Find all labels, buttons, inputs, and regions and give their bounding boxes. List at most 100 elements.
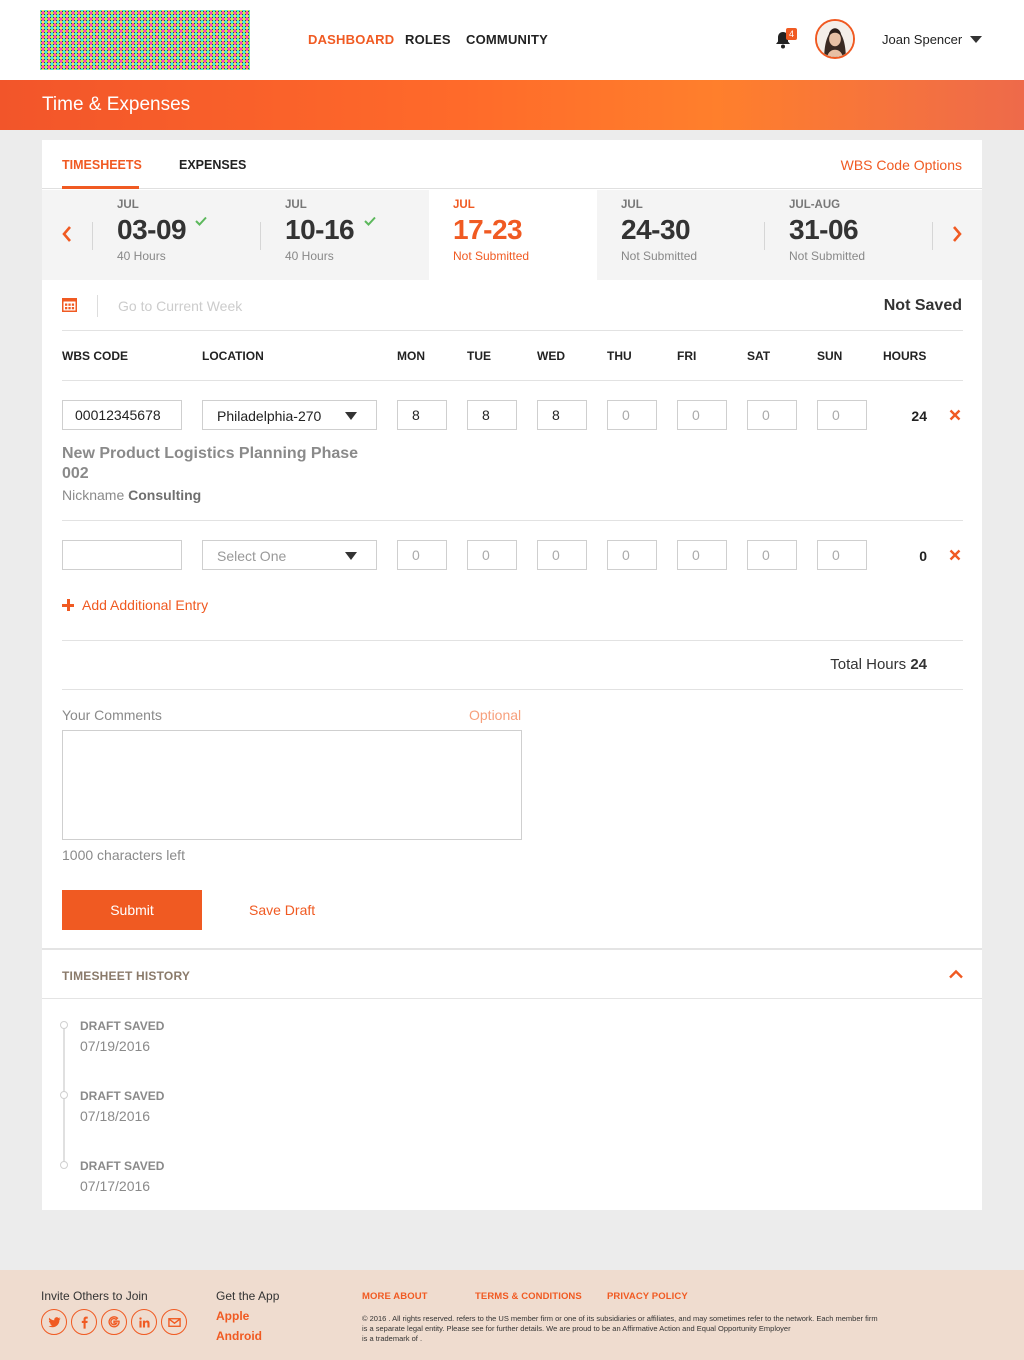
col-mon: MON	[397, 349, 425, 363]
brand-logo[interactable]	[40, 10, 250, 70]
prev-week-chevron-icon[interactable]	[60, 224, 74, 244]
facebook-icon[interactable]	[71, 1309, 97, 1335]
delete-row-x-icon[interactable]	[949, 549, 961, 561]
save-draft-button[interactable]: Save Draft	[249, 902, 315, 918]
divider	[62, 689, 963, 690]
location-placeholder: Select One	[217, 548, 287, 564]
linkedin-icon[interactable]	[131, 1309, 157, 1335]
sun-hours-input[interactable]	[817, 540, 867, 570]
google-icon[interactable]	[101, 1309, 127, 1335]
col-location: LOCATION	[202, 349, 264, 363]
week-status: Not Submitted	[789, 249, 866, 263]
add-entry-label: Add Additional Entry	[82, 597, 209, 613]
wbs-code-options-link[interactable]: WBS Code Options	[841, 157, 962, 173]
divider	[62, 380, 963, 381]
privacy-policy-link[interactable]: PRIVACY POLICY	[607, 1291, 688, 1302]
next-week-chevron-icon[interactable]	[950, 224, 964, 244]
week-range: 03-09	[117, 214, 187, 245]
apple-app-link[interactable]: Apple	[216, 1309, 249, 1323]
week-status: Not Submitted	[621, 249, 698, 263]
timeline-dot	[60, 1021, 68, 1029]
col-wbs-code: WBS CODE	[62, 349, 128, 363]
top-header: DASHBOARD ROLES COMMUNITY 4 Joan Spencer	[0, 0, 1024, 80]
collapse-chevron-up-icon[interactable]	[948, 969, 964, 979]
week-month: JUL	[453, 199, 475, 211]
tue-hours-input[interactable]	[467, 540, 517, 570]
nav-roles[interactable]: ROLES	[405, 32, 451, 47]
tab-timesheets[interactable]: TIMESHEETS	[62, 158, 142, 172]
tab-expenses[interactable]: EXPENSES	[179, 158, 246, 172]
week-range: 10-16	[285, 214, 355, 245]
email-glyph	[167, 1317, 181, 1327]
nickname-value: Consulting	[128, 487, 202, 503]
total-hours: Total Hours 24	[830, 656, 927, 673]
mon-hours-input[interactable]	[397, 400, 447, 430]
history-status: DRAFT SAVED	[80, 1159, 165, 1173]
wed-hours-input[interactable]	[537, 540, 587, 570]
wbs-code-input[interactable]	[62, 540, 182, 570]
sat-hours-input[interactable]	[747, 400, 797, 430]
user-avatar[interactable]	[815, 19, 855, 59]
user-name[interactable]: Joan Spencer	[882, 32, 962, 47]
timeline-dot	[60, 1161, 68, 1169]
row-total-hours: 0	[919, 548, 927, 564]
week-range: 31-06	[789, 214, 859, 245]
week-jul-24-30[interactable]: JUL 24-30 Not Submitted	[597, 190, 765, 280]
week-month: JUL	[621, 199, 643, 211]
linkedin-glyph	[138, 1316, 150, 1328]
approved-check-icon	[364, 216, 376, 226]
history-date: 07/18/2016	[80, 1108, 151, 1124]
col-sun: SUN	[817, 349, 843, 363]
go-to-current-week-link[interactable]: Go to Current Week	[118, 298, 242, 314]
nav-dashboard[interactable]: DASHBOARD	[308, 32, 394, 47]
history-date: 07/19/2016	[80, 1038, 151, 1054]
week-status: 40 Hours	[285, 249, 334, 263]
week-month: JUL	[285, 199, 307, 211]
week-jul-aug-31-06[interactable]: JUL-AUG 31-06 Not Submitted	[765, 190, 933, 280]
delete-row-x-icon[interactable]	[949, 409, 961, 421]
week-jul-03-09[interactable]: JUL 03-09 40 Hours	[93, 190, 261, 280]
sat-hours-input[interactable]	[747, 540, 797, 570]
calendar-icon[interactable]	[62, 298, 77, 312]
more-about-link[interactable]: MORE ABOUT	[362, 1291, 428, 1302]
approved-check-icon	[195, 216, 207, 226]
total-hours-value: 24	[910, 656, 927, 673]
week-range: 17-23	[453, 214, 523, 245]
sun-hours-input[interactable]	[817, 400, 867, 430]
email-icon[interactable]	[161, 1309, 187, 1335]
location-select[interactable]: Philadelphia-270	[202, 400, 377, 430]
thu-hours-input[interactable]	[607, 540, 657, 570]
project-name: New Product Logistics Planning Phase 002	[62, 445, 359, 482]
week-month: JUL	[117, 199, 139, 211]
nav-community[interactable]: COMMUNITY	[466, 32, 548, 47]
twitter-icon[interactable]	[41, 1309, 67, 1335]
page-title: Time & Expenses	[42, 94, 191, 115]
characters-left: 1000 characters left	[62, 847, 185, 863]
add-additional-entry-link[interactable]: Add Additional Entry	[62, 597, 208, 613]
project-nickname: Nickname Consulting	[62, 487, 201, 503]
mon-hours-input[interactable]	[397, 540, 447, 570]
week-jul-17-23[interactable]: JUL 17-23 Not Submitted	[429, 190, 597, 280]
divider	[42, 998, 982, 999]
fri-hours-input[interactable]	[677, 400, 727, 430]
submit-button[interactable]: Submit	[62, 890, 202, 930]
week-jul-10-16[interactable]: JUL 10-16 40 Hours	[261, 190, 429, 280]
thu-hours-input[interactable]	[607, 400, 657, 430]
history-status: DRAFT SAVED	[80, 1019, 165, 1033]
divider	[62, 520, 963, 521]
history-date: 07/17/2016	[80, 1178, 151, 1194]
location-selected-value: Philadelphia-270	[217, 408, 322, 424]
user-menu-caret-icon[interactable]	[970, 36, 982, 43]
location-select[interactable]: Select One	[202, 540, 377, 570]
page-banner: Time & Expenses	[0, 80, 1024, 130]
user-photo	[817, 21, 853, 57]
wed-hours-input[interactable]	[537, 400, 587, 430]
fri-hours-input[interactable]	[677, 540, 727, 570]
wbs-code-input[interactable]	[62, 400, 182, 430]
col-thu: THU	[607, 349, 632, 363]
comments-textarea[interactable]	[62, 730, 522, 840]
android-app-link[interactable]: Android	[216, 1329, 262, 1343]
terms-conditions-link[interactable]: TERMS & CONDITIONS	[475, 1291, 582, 1302]
tue-hours-input[interactable]	[467, 400, 517, 430]
week-status: Not Submitted	[453, 249, 530, 263]
